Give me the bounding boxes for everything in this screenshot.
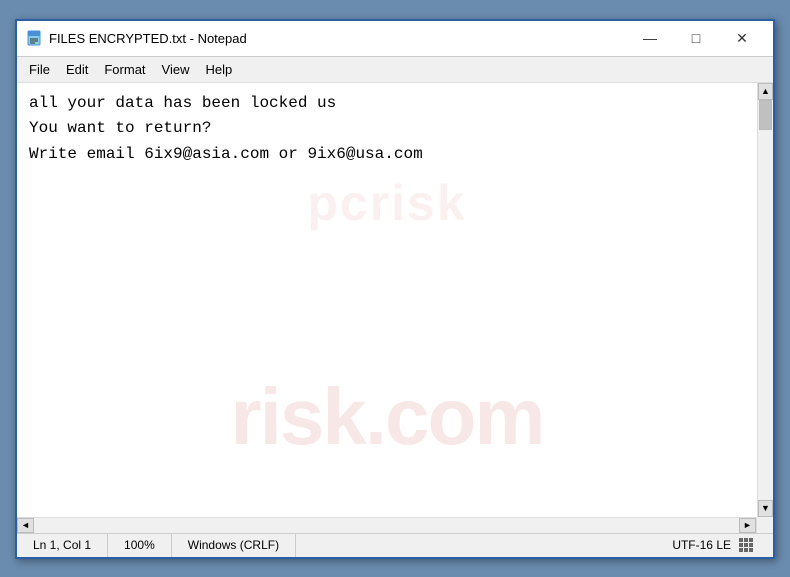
scroll-track-v[interactable] bbox=[758, 100, 773, 500]
scroll-right-button[interactable]: ► bbox=[739, 518, 756, 533]
bottom-scrollbar-row: ◄ ► bbox=[17, 517, 773, 533]
text-content[interactable]: all your data has been locked usYou want… bbox=[17, 83, 757, 517]
horizontal-scrollbar[interactable]: ◄ ► bbox=[17, 518, 757, 533]
scrollbar-corner bbox=[757, 517, 773, 533]
menu-file[interactable]: File bbox=[21, 58, 58, 80]
watermark-bottom: risk.com bbox=[230, 377, 543, 457]
watermark-top: pcrisk bbox=[307, 163, 466, 243]
status-bar: Ln 1, Col 1 100% Windows (CRLF) UTF-16 L… bbox=[17, 533, 773, 557]
status-encoding: UTF-16 LE bbox=[656, 534, 773, 557]
text-line: You want to return? bbox=[29, 116, 745, 142]
close-button[interactable]: ✕ bbox=[719, 23, 765, 53]
menu-bar: File Edit Format View Help bbox=[17, 57, 773, 83]
menu-edit[interactable]: Edit bbox=[58, 58, 96, 80]
window-title: FILES ENCRYPTED.txt - Notepad bbox=[49, 31, 627, 46]
scroll-left-button[interactable]: ◄ bbox=[17, 518, 34, 533]
status-zoom: 100% bbox=[108, 534, 172, 557]
text-line: all your data has been locked us bbox=[29, 91, 745, 117]
scroll-track-h[interactable] bbox=[34, 518, 739, 533]
vertical-scrollbar[interactable]: ▲ ▼ bbox=[757, 83, 773, 517]
minimize-button[interactable]: — bbox=[627, 23, 673, 53]
editor-area: all your data has been locked usYou want… bbox=[17, 83, 773, 517]
grid-icon bbox=[739, 538, 753, 552]
menu-view[interactable]: View bbox=[154, 58, 198, 80]
menu-help[interactable]: Help bbox=[197, 58, 240, 80]
window-controls: — □ ✕ bbox=[627, 23, 765, 53]
menu-format[interactable]: Format bbox=[96, 58, 153, 80]
text-line: Write email 6ix9@asia.com or 9ix6@usa.co… bbox=[29, 142, 745, 168]
status-line-ending: Windows (CRLF) bbox=[172, 534, 296, 557]
maximize-button[interactable]: □ bbox=[673, 23, 719, 53]
title-bar: FILES ENCRYPTED.txt - Notepad — □ ✕ bbox=[17, 21, 773, 57]
scroll-down-button[interactable]: ▼ bbox=[758, 500, 773, 517]
scroll-up-button[interactable]: ▲ bbox=[758, 83, 773, 100]
status-position: Ln 1, Col 1 bbox=[17, 534, 108, 557]
notepad-window: FILES ENCRYPTED.txt - Notepad — □ ✕ File… bbox=[15, 19, 775, 559]
scroll-thumb-v[interactable] bbox=[759, 100, 772, 130]
notepad-icon bbox=[25, 29, 43, 47]
